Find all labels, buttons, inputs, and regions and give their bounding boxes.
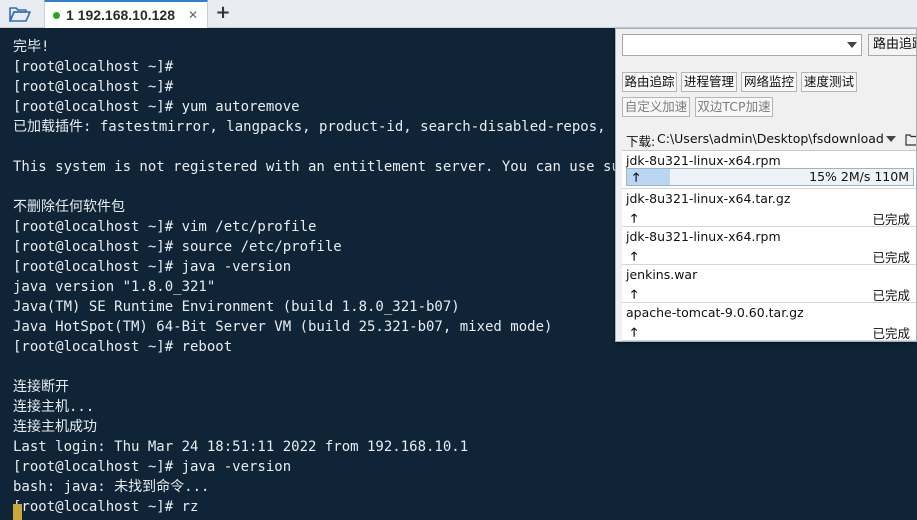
chevron-down-icon[interactable]	[886, 136, 896, 142]
session-tab-label: 1 192.168.10.128	[66, 7, 175, 23]
transfer-status: 已完成	[872, 212, 910, 227]
folder-open-icon[interactable]	[6, 3, 34, 25]
network-monitor-button[interactable]: 网络监控	[741, 72, 797, 92]
arrow-up-icon: 🡑	[631, 325, 638, 339]
transfer-list: jdk-8u321-linux-x64.rpm 🡑 15% 2M/s 110M jdk…	[622, 150, 916, 341]
download-label: 下载:	[626, 134, 656, 149]
transfer-status: 15% 2M/s 110M	[809, 169, 909, 184]
terminal-line: [root@localhost ~]# rz	[13, 499, 199, 515]
transfer-file-name: jdk-8u321-linux-x64.rpm	[626, 153, 781, 168]
session-tab-bar: 1 192.168.10.128 ✕ +	[0, 0, 917, 28]
tools-panel: 路由追踪 路由追踪 进程管理 网络监控 速度测试 自定义加速 双边TCP加速 下…	[615, 28, 917, 342]
arrow-up-icon: 🡑	[633, 170, 640, 184]
custom-accel-button[interactable]: 自定义加速	[622, 97, 690, 117]
chevron-down-icon[interactable]	[847, 42, 857, 48]
transfer-item[interactable]: jdk-8u321-linux-x64.rpm 🡑 已完成	[622, 227, 916, 265]
transfer-file-name: jdk-8u321-linux-x64.rpm	[626, 229, 781, 244]
terminal-line: bash: java: 未找到命令...	[13, 479, 210, 495]
session-tab[interactable]: 1 192.168.10.128 ✕	[44, 0, 208, 28]
transfer-file-name: jenkins.war	[626, 267, 698, 282]
terminal-line: 连接断开	[13, 379, 69, 395]
download-path[interactable]: C:\Users\admin\Desktop\fsdownload	[657, 131, 884, 146]
process-manager-button[interactable]: 进程管理	[681, 72, 737, 92]
transfer-item[interactable]: jdk-8u321-linux-x64.tar.gz 🡑 已完成	[622, 189, 916, 227]
connected-status-dot	[53, 11, 60, 19]
terminal-line: 连接主机...	[13, 399, 95, 415]
terminal-line: Last login: Thu Mar 24 18:51:11 2022 fro…	[13, 439, 469, 455]
transfer-item[interactable]: apache-tomcat-9.0.60.tar.gz 🡑 已完成	[622, 303, 916, 341]
terminal-line: 连接主机成功	[13, 419, 97, 435]
transfer-status: 已完成	[872, 250, 910, 265]
transfer-item[interactable]: jenkins.war 🡑 已完成	[622, 265, 916, 303]
terminal-cursor	[13, 504, 22, 520]
speed-test-button[interactable]: 速度测试	[801, 72, 857, 92]
route-target-select[interactable]	[622, 34, 862, 56]
route-trace-run-button[interactable]: 路由追踪	[868, 34, 916, 56]
transfer-status: 已完成	[872, 288, 910, 303]
dual-tcp-accel-button[interactable]: 双边TCP加速	[695, 97, 773, 117]
route-trace-button[interactable]: 路由追踪	[622, 72, 677, 92]
add-tab-button[interactable]: +	[214, 2, 232, 24]
transfer-file-name: apache-tomcat-9.0.60.tar.gz	[626, 305, 804, 320]
folder-icon[interactable]	[905, 131, 916, 146]
close-icon[interactable]: ✕	[188, 8, 198, 22]
transfer-item[interactable]: jdk-8u321-linux-x64.rpm 🡑 15% 2M/s 110M	[622, 151, 916, 189]
transfer-progress-bar: 🡑 15% 2M/s 110M	[626, 168, 914, 186]
transfer-file-name: jdk-8u321-linux-x64.tar.gz	[626, 191, 791, 206]
terminal-line: [root@localhost ~]# java -version	[13, 459, 292, 475]
transfer-status: 已完成	[872, 326, 910, 341]
